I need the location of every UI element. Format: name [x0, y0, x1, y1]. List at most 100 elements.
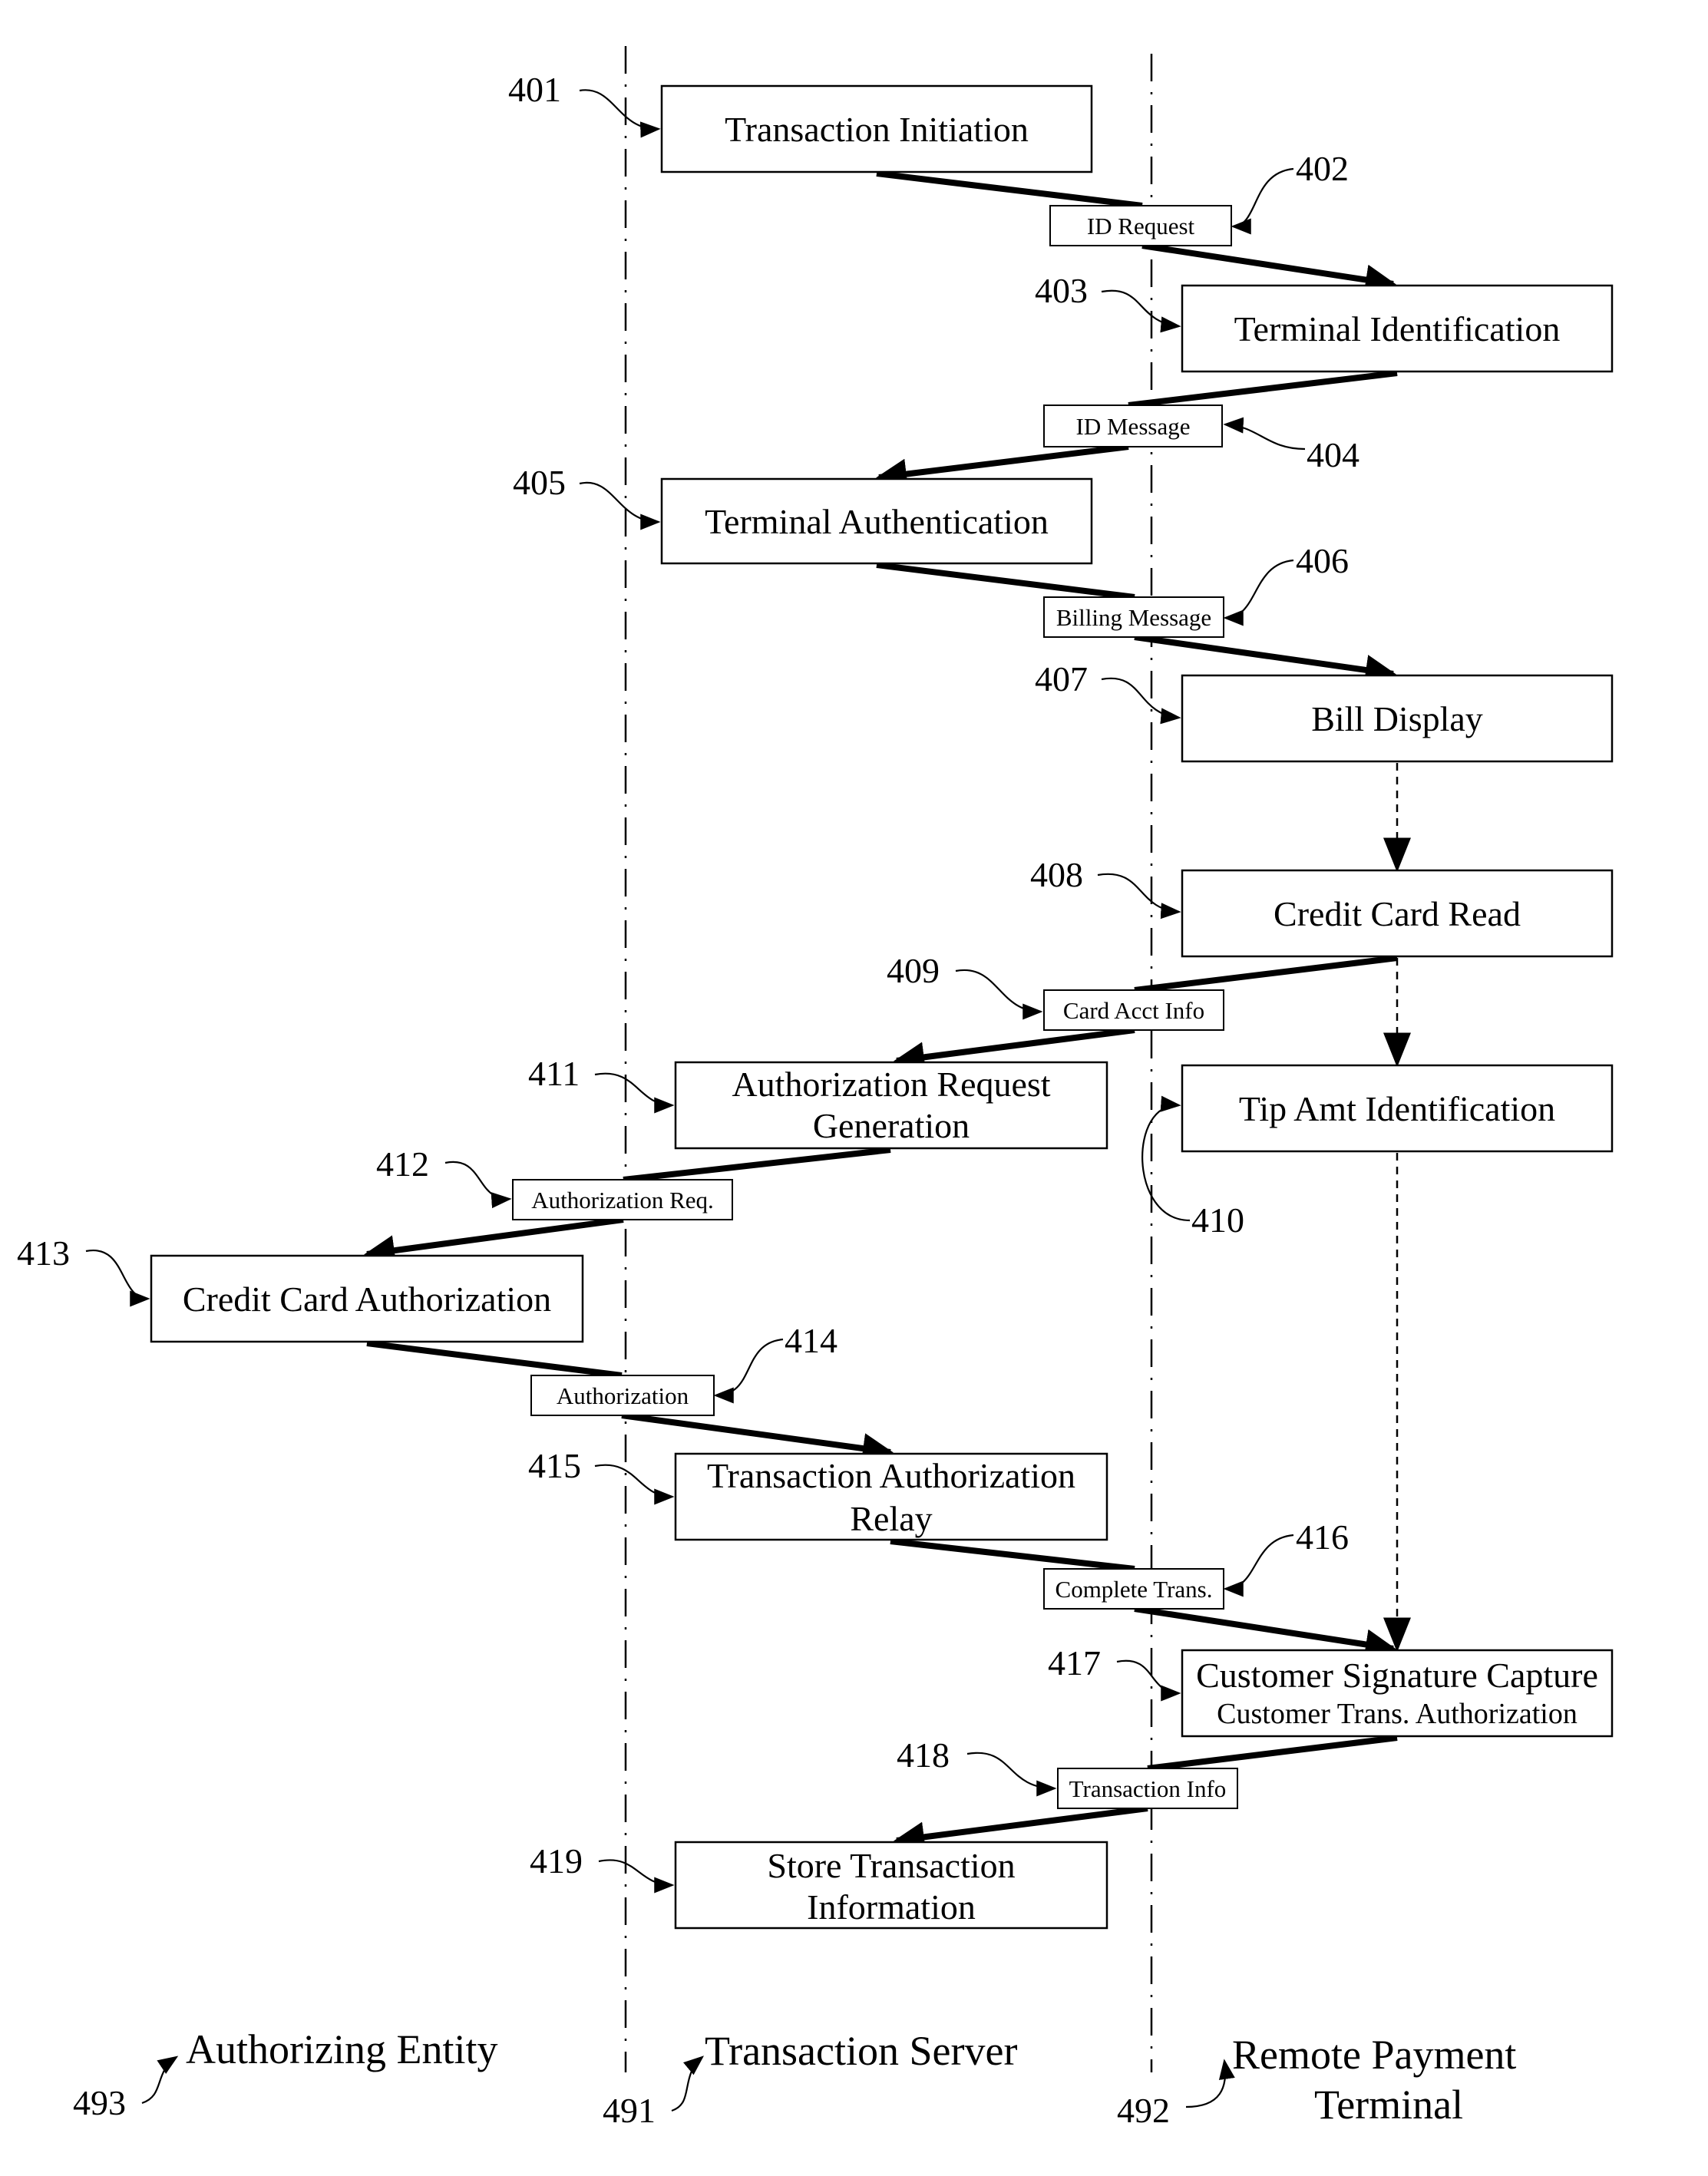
leader-415 — [594, 1464, 675, 1505]
leader-413 — [85, 1249, 150, 1307]
message-409-label: Card Acct Info — [1063, 997, 1204, 1024]
message-402[interactable]: ID Request — [1049, 205, 1232, 246]
leader-417 — [1116, 1659, 1181, 1702]
message-402-label: ID Request — [1087, 213, 1195, 239]
step-413-label: Credit Card Authorization — [183, 1280, 551, 1319]
ref-491: 491 — [603, 2091, 656, 2130]
message-406-label: Billing Message — [1056, 604, 1211, 631]
flow-405-406 — [876, 562, 1135, 600]
message-404[interactable]: ID Message — [1043, 404, 1223, 447]
step-403-label: Terminal Identification — [1234, 309, 1561, 348]
ref-414: 414 — [785, 1321, 837, 1360]
step-405[interactable]: Terminal Authentication — [660, 477, 1093, 565]
leader-411 — [594, 1072, 675, 1114]
message-412[interactable]: Authorization Req. — [512, 1179, 733, 1220]
ref-410: 410 — [1191, 1200, 1244, 1240]
flow-408-409 — [1134, 955, 1398, 993]
step-419-label-line2: Information — [807, 1887, 976, 1927]
flow-411-412 — [623, 1147, 891, 1183]
sequence-diagram: Transaction Initiation Terminal Identifi… — [17, 46, 1614, 2130]
message-404-label: ID Message — [1076, 413, 1191, 440]
step-403[interactable]: Terminal Identification — [1181, 284, 1614, 373]
leader-419 — [598, 1859, 675, 1894]
ref-404: 404 — [1307, 435, 1359, 474]
step-413[interactable]: Credit Card Authorization — [150, 1254, 584, 1343]
ref-417: 417 — [1048, 1643, 1101, 1682]
flow-409-411 — [894, 1027, 1135, 1073]
leader-414 — [713, 1338, 784, 1404]
ref-407: 407 — [1035, 659, 1088, 698]
ref-408: 408 — [1030, 855, 1083, 894]
ref-416: 416 — [1296, 1517, 1349, 1557]
flow-401-402 — [876, 170, 1143, 209]
step-415-label-line2: Relay — [850, 1499, 932, 1538]
step-405-label: Terminal Authentication — [705, 502, 1049, 541]
ref-405: 405 — [513, 463, 566, 502]
step-410-label: Tip Amt Identification — [1239, 1089, 1555, 1128]
step-407-label: Bill Display — [1311, 699, 1483, 738]
leader-409 — [955, 969, 1043, 1020]
ref-412: 412 — [376, 1144, 429, 1184]
leader-416 — [1223, 1534, 1294, 1597]
flow-402-403 — [1141, 243, 1396, 296]
flow-417-418 — [1147, 1735, 1398, 1772]
leader-493 — [141, 2055, 179, 2105]
leader-407 — [1101, 677, 1181, 725]
flow-404-405 — [876, 444, 1129, 490]
message-416-label: Complete Trans. — [1056, 1576, 1213, 1603]
ref-402: 402 — [1296, 149, 1349, 188]
message-416[interactable]: Complete Trans. — [1043, 1568, 1224, 1610]
step-417[interactable]: Customer Signature Capture Customer Tran… — [1181, 1649, 1614, 1738]
ref-419: 419 — [530, 1841, 583, 1880]
message-412-label: Authorization Req. — [531, 1187, 714, 1213]
step-401-label: Transaction Initiation — [725, 110, 1029, 149]
step-410[interactable]: Tip Amt Identification — [1181, 1064, 1614, 1153]
ref-401: 401 — [508, 70, 561, 109]
step-419[interactable]: Store Transaction Information — [674, 1841, 1108, 1930]
ref-409: 409 — [887, 951, 940, 990]
step-419-label-line1: Store Transaction — [767, 1846, 1015, 1885]
message-414[interactable]: Authorization — [530, 1375, 715, 1416]
step-415[interactable]: Transaction Authorization Relay — [674, 1452, 1108, 1541]
leader-405 — [579, 481, 661, 530]
message-406[interactable]: Billing Message — [1043, 596, 1224, 638]
ref-411: 411 — [528, 1054, 580, 1093]
step-417-label-line1: Customer Signature Capture — [1196, 1656, 1598, 1695]
ref-413: 413 — [17, 1233, 70, 1273]
ref-415: 415 — [528, 1446, 581, 1485]
ref-492: 492 — [1117, 2091, 1170, 2130]
step-408-label: Credit Card Read — [1274, 894, 1521, 933]
lane-labels: Authorizing Entity 493 Transaction Serve… — [73, 2026, 1516, 2130]
leader-418 — [966, 1752, 1057, 1797]
ref-406: 406 — [1296, 541, 1349, 580]
flow-arrows — [364, 170, 1398, 1853]
ref-493: 493 — [73, 2083, 126, 2122]
step-408[interactable]: Credit Card Read — [1181, 869, 1614, 958]
step-415-label-line1: Transaction Authorization — [707, 1456, 1075, 1495]
leader-491 — [671, 2055, 705, 2112]
step-411[interactable]: Authorization Request Generation — [674, 1061, 1108, 1150]
flow-416-417 — [1134, 1606, 1396, 1660]
step-401[interactable]: Transaction Initiation — [660, 84, 1093, 173]
leader-401 — [579, 89, 661, 138]
flow-403-404 — [1128, 370, 1398, 408]
message-409[interactable]: Card Acct Info — [1043, 989, 1224, 1031]
leader-492 — [1185, 2059, 1235, 2108]
step-417-label-line2: Customer Trans. Authorization — [1217, 1698, 1578, 1730]
flow-412-413 — [364, 1217, 624, 1266]
flow-415-416 — [890, 1538, 1135, 1572]
step-407[interactable]: Bill Display — [1181, 674, 1614, 763]
ref-418: 418 — [897, 1735, 950, 1775]
leader-408 — [1097, 873, 1181, 920]
leader-403 — [1101, 289, 1181, 333]
step-411-label-line1: Authorization Request — [732, 1065, 1050, 1104]
leader-412 — [444, 1161, 512, 1209]
message-418-label: Transaction Info — [1069, 1775, 1227, 1802]
ref-403: 403 — [1035, 271, 1088, 310]
message-418[interactable]: Transaction Info — [1057, 1768, 1238, 1809]
leader-404 — [1223, 417, 1306, 451]
lane-label-remote-terminal-line1: Remote Payment — [1232, 2032, 1516, 2078]
leader-402 — [1231, 167, 1294, 235]
flow-414-415 — [621, 1412, 894, 1464]
message-414-label: Authorization — [557, 1382, 689, 1409]
